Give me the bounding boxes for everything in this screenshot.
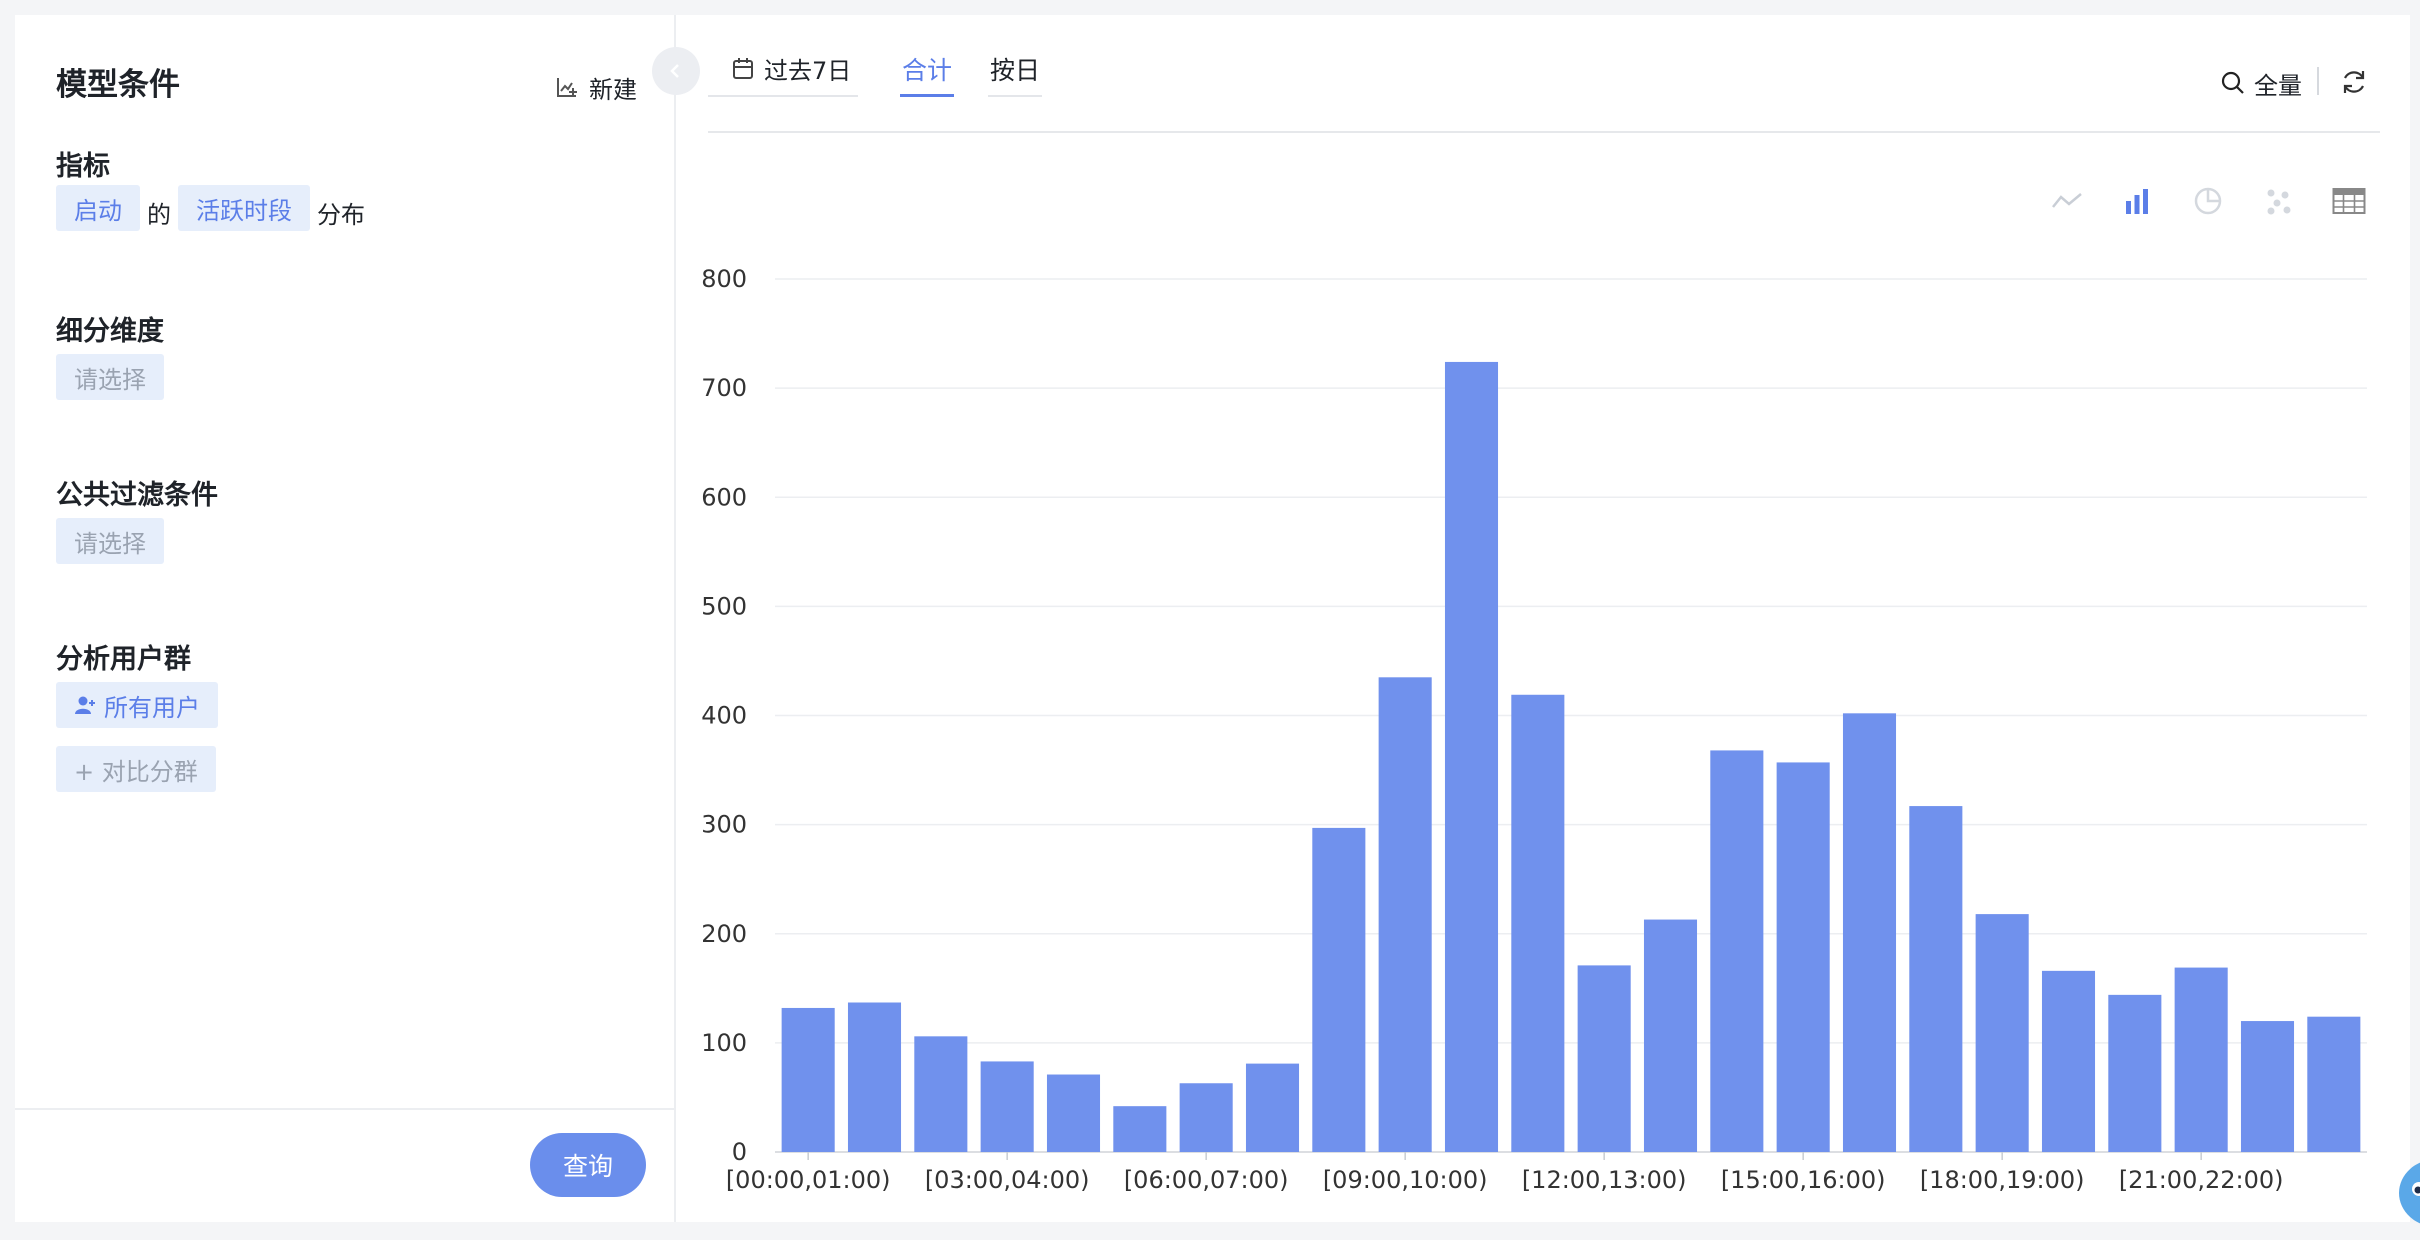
bar <box>1444 361 1499 1152</box>
refresh-button[interactable] <box>2339 67 2369 97</box>
x-tick-label: [06:00,07:00) <box>1124 1166 1289 1194</box>
bar <box>1975 914 2029 1152</box>
metric-property-tag[interactable]: 活跃时段 <box>178 185 310 231</box>
x-tick-label: [12:00,13:00) <box>1522 1166 1687 1194</box>
metric-suffix: 分布 <box>317 201 365 229</box>
bar <box>1909 806 1963 1152</box>
y-tick-label: 100 <box>701 1029 747 1057</box>
bar-chart: 0 100 200 300 400 500 600 700 800 [00:00,01:00) [0… <box>701 265 2367 1194</box>
bar <box>2174 967 2228 1152</box>
compare-segment-button[interactable]: + 对比分群 <box>56 746 216 792</box>
y-tick-label: 300 <box>701 811 747 839</box>
search-button[interactable]: 全量 <box>2220 65 2302 101</box>
bar <box>1113 1106 1167 1152</box>
y-tick-label: 400 <box>701 702 747 730</box>
bar <box>1643 919 1698 1152</box>
table-icon <box>2332 188 2366 214</box>
bar <box>1842 713 1897 1152</box>
bar <box>1312 827 1366 1152</box>
line-chart-icon <box>2052 193 2082 208</box>
x-tick-label: [03:00,04:00) <box>925 1166 1090 1194</box>
x-tick-label: [18:00,19:00) <box>1920 1166 2085 1194</box>
date-range-picker[interactable]: 过去7日 <box>708 51 858 97</box>
bar <box>2240 1021 2295 1152</box>
refresh-icon <box>2343 71 2365 93</box>
pie-chart-type-button[interactable] <box>2190 183 2226 219</box>
y-tick-label: 0 <box>732 1138 747 1166</box>
model-conditions-panel: 模型条件 新建 指标 启动 的 活跃时段 分布 细分维度 请选择 公共过滤条件 … <box>15 15 676 1222</box>
toolbar-separator <box>2317 67 2319 95</box>
bar <box>1776 762 1830 1152</box>
metric-event-tag[interactable]: 启动 <box>56 185 140 231</box>
chevron-left-icon <box>670 64 679 78</box>
search-scope-label: 全量 <box>2254 71 2302 100</box>
line-chart-type-button[interactable] <box>2049 183 2085 219</box>
bar <box>914 1036 968 1152</box>
y-tick-label: 800 <box>701 265 747 293</box>
bar <box>2041 970 2096 1152</box>
bar <box>1577 965 1631 1152</box>
assistant-whale-icon[interactable] <box>2397 1133 2420 1229</box>
bar <box>2307 1016 2361 1152</box>
bar <box>1179 1083 1233 1152</box>
breakdown-select[interactable]: 请选择 <box>56 354 164 400</box>
y-tick-label: 700 <box>701 374 747 402</box>
bar <box>1511 694 1565 1152</box>
query-button[interactable]: 查询 <box>530 1133 646 1197</box>
all-users-label: 所有用户 <box>104 693 200 722</box>
date-range-label: 过去7日 <box>764 57 852 85</box>
chart-add-icon <box>557 78 577 97</box>
user-group-section-title: 分析用户群 <box>56 644 191 675</box>
x-tick-label: [00:00,01:00) <box>726 1166 891 1194</box>
bar <box>847 1002 902 1152</box>
bar <box>1378 677 1432 1152</box>
bar <box>1046 1074 1101 1152</box>
tab-total[interactable]: 合计 <box>900 51 954 97</box>
scatter-chart-icon <box>2267 189 2291 215</box>
y-tick-label: 500 <box>701 592 747 620</box>
filter-select[interactable]: 请选择 <box>56 518 164 564</box>
x-tick-label: [09:00,10:00) <box>1323 1166 1488 1194</box>
calendar-icon <box>733 58 753 79</box>
scatter-chart-type-button[interactable] <box>2261 183 2297 219</box>
search-icon <box>2221 71 2244 94</box>
bar-chart-icon <box>2126 189 2148 214</box>
y-tick-label: 600 <box>701 483 747 511</box>
toolbar-divider <box>708 131 2380 133</box>
table-view-button[interactable] <box>2331 183 2367 219</box>
bar <box>781 1007 835 1152</box>
all-users-tag[interactable]: 所有用户 <box>56 682 218 728</box>
bar <box>1710 750 1764 1152</box>
y-tick-label: 200 <box>701 920 747 948</box>
pie-chart-icon <box>2194 187 2222 215</box>
tab-by-day[interactable]: 按日 <box>988 51 1042 97</box>
collapse-panel-button[interactable] <box>652 47 700 95</box>
x-tick-label: [15:00,16:00) <box>1721 1166 1886 1194</box>
bar-chart-type-button[interactable] <box>2119 183 2155 219</box>
main-card: 模型条件 新建 指标 启动 的 活跃时段 分布 细分维度 请选择 公共过滤条件 … <box>15 15 2420 1224</box>
filter-section-title: 公共过滤条件 <box>56 480 218 511</box>
panel-title: 模型条件 <box>56 67 180 103</box>
new-button-label: 新建 <box>589 75 637 104</box>
x-tick-label: [21:00,22:00) <box>2119 1166 2284 1194</box>
metric-connector: 的 <box>147 201 171 229</box>
user-icon <box>75 696 95 714</box>
bar <box>1245 1063 1300 1152</box>
panel-footer-divider <box>15 1108 674 1110</box>
new-button[interactable]: 新建 <box>555 69 637 105</box>
metric-section-title: 指标 <box>56 151 110 182</box>
bar <box>980 1061 1034 1152</box>
bar <box>2108 994 2162 1152</box>
breakdown-section-title: 细分维度 <box>56 316 164 347</box>
